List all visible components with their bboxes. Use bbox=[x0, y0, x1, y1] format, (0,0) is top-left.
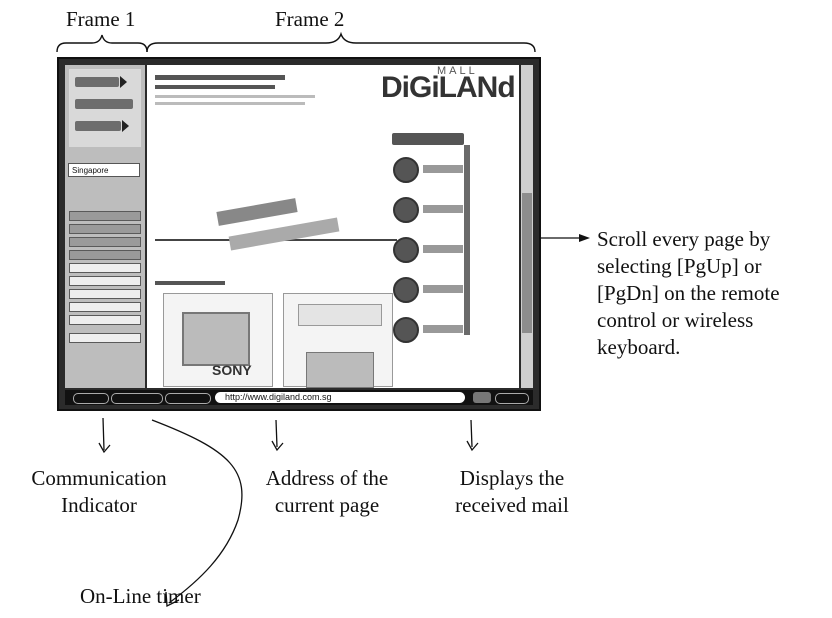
sony-brand-text: SONY bbox=[212, 362, 252, 378]
intro-text bbox=[155, 102, 305, 105]
menu-item bbox=[69, 211, 141, 221]
browser-screenshot: Singapore MALL DiGiLANd SONY http://www.… bbox=[57, 57, 541, 411]
nav-forward-button bbox=[75, 76, 127, 88]
hp-tile bbox=[283, 293, 393, 388]
comm-indicator-label: Indicator bbox=[61, 493, 137, 517]
promo-banner bbox=[228, 217, 340, 251]
welcome-text bbox=[155, 75, 285, 80]
frame1-label: Frame 1 bbox=[66, 7, 136, 31]
products-header bbox=[392, 133, 464, 145]
scroll-arrowhead bbox=[579, 234, 590, 242]
frame1-menu bbox=[69, 211, 141, 346]
address-field[interactable]: http://www.digiland.com.sg bbox=[215, 392, 465, 403]
menu-item bbox=[69, 333, 141, 343]
mail-icon[interactable] bbox=[473, 392, 491, 403]
received-mail-label: Displays the bbox=[459, 466, 565, 490]
hot-items-banner bbox=[216, 198, 298, 226]
menu-item bbox=[69, 250, 141, 260]
scroll-desc-line: Scroll every page by bbox=[597, 227, 771, 251]
frame1-panel: Singapore bbox=[65, 65, 145, 388]
frame2-panel: MALL DiGiLANd SONY bbox=[147, 65, 519, 388]
status-pill bbox=[165, 393, 211, 404]
menu-item bbox=[69, 263, 141, 273]
section-heading bbox=[155, 281, 225, 285]
address-label: Address of the bbox=[265, 466, 389, 490]
mail-pointer bbox=[470, 419, 473, 448]
online-timer-label: On-Line timer bbox=[80, 584, 201, 608]
address-label: current page bbox=[274, 493, 380, 517]
product-label bbox=[423, 285, 463, 293]
menu-item bbox=[69, 224, 141, 234]
scrollbar-thumb[interactable] bbox=[522, 193, 532, 333]
frame2-label: Frame 2 bbox=[275, 7, 345, 31]
scroll-desc-line: keyboard. bbox=[597, 335, 681, 359]
product-icon bbox=[393, 157, 419, 183]
products-rail bbox=[464, 145, 470, 335]
monitor-image bbox=[182, 312, 250, 366]
status-pill bbox=[495, 393, 529, 404]
product-label bbox=[423, 165, 463, 173]
product-label bbox=[423, 205, 463, 213]
menu-item bbox=[69, 315, 141, 325]
product-icon bbox=[393, 277, 419, 303]
printer-image bbox=[306, 352, 374, 388]
product-label bbox=[423, 245, 463, 253]
menu-item bbox=[69, 237, 141, 247]
communication-indicator bbox=[73, 393, 109, 404]
digiland-logo: DiGiLANd bbox=[381, 71, 516, 104]
online-timer bbox=[111, 393, 163, 404]
scrollbar[interactable] bbox=[521, 65, 533, 388]
welcome-text bbox=[155, 85, 275, 89]
menu-item bbox=[69, 276, 141, 286]
menu-item bbox=[69, 289, 141, 299]
scroll-desc-line: control or wireless bbox=[597, 308, 754, 332]
intro-text bbox=[155, 95, 315, 98]
online-timer-pointer bbox=[151, 419, 243, 604]
frame1-brace bbox=[56, 34, 148, 53]
hp-logo bbox=[298, 304, 382, 326]
frame2-brace bbox=[146, 31, 536, 53]
sony-tile: SONY bbox=[163, 293, 273, 387]
scroll-desc-line: [PgDn] on the remote bbox=[597, 281, 780, 305]
menu-item bbox=[69, 302, 141, 312]
comm-indicator-pointer bbox=[102, 417, 105, 451]
product-icon bbox=[393, 317, 419, 343]
checkout-button bbox=[75, 120, 129, 132]
shopping-cart-button bbox=[75, 99, 133, 109]
product-icon bbox=[393, 197, 419, 223]
region-select: Singapore bbox=[68, 163, 140, 177]
scroll-desc-line: selecting [PgUp] or bbox=[597, 254, 762, 278]
product-label bbox=[423, 325, 463, 333]
frame1-nav-box bbox=[69, 69, 141, 147]
status-bar: http://www.digiland.com.sg bbox=[65, 390, 533, 405]
comm-indicator-label: Communication bbox=[31, 466, 167, 490]
address-pointer bbox=[275, 419, 278, 448]
received-mail-label: received mail bbox=[455, 493, 569, 517]
